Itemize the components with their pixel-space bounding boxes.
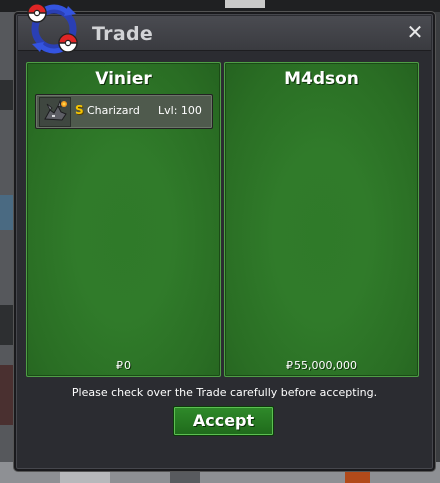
pokemon-name: Charizard: [87, 104, 140, 117]
close-button[interactable]: ✕: [405, 22, 425, 42]
background-sign: [225, 0, 265, 8]
money-amount: 55,000,000: [294, 359, 357, 372]
pokemon-level: Lvl: 100: [158, 104, 202, 117]
money-offer: ₽0: [27, 359, 220, 372]
accept-button[interactable]: Accept: [173, 406, 274, 436]
trade-panel-self: Vinier S Charizard Lvl: 100 ₽0: [26, 62, 221, 377]
shiny-marker-icon: S: [75, 103, 84, 117]
player-name: M4dson: [284, 69, 359, 89]
trade-panel-partner: M4dson ₽55,000,000: [224, 62, 419, 377]
trade-item-slot[interactable]: S Charizard Lvl: 100: [35, 94, 213, 129]
money-offer: ₽55,000,000: [225, 359, 418, 372]
player-name: Vinier: [95, 69, 152, 89]
pokemon-sprite-icon: [39, 97, 71, 127]
trade-logo-icon: [24, 0, 84, 58]
dialog-title: Trade: [92, 23, 154, 45]
money-amount: 0: [124, 359, 131, 372]
currency-icon: ₽: [286, 359, 293, 372]
trade-notice: Please check over the Trade carefully be…: [71, 386, 378, 399]
trade-dialog: Trade ✕ Vinier S Charizard Lvl: 100 ₽0 M…: [14, 12, 435, 471]
currency-icon: ₽: [116, 359, 123, 372]
